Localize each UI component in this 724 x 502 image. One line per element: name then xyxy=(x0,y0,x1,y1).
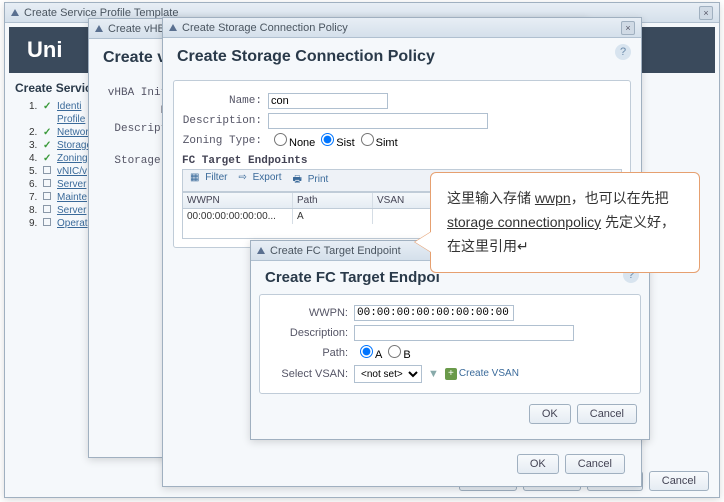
create-vsan-link[interactable]: +Create VSAN xyxy=(445,368,519,380)
zoning-none[interactable]: None xyxy=(268,133,315,149)
filter-button[interactable]: ▦ Filter xyxy=(187,172,233,189)
w3-titlebar: Create Storage Connection Policy × xyxy=(163,18,641,38)
zoning-sist[interactable]: Sist xyxy=(315,133,354,149)
annotation-callout: 这里输入存储 wwpn，也可以在先把 storage connectionpol… xyxy=(430,172,700,273)
w3-header: Create Storage Connection Policy xyxy=(163,38,641,76)
w3-title: Create Storage Connection Policy xyxy=(182,22,621,34)
wwpn-input[interactable] xyxy=(354,305,514,321)
col-vsan: VSAN xyxy=(373,193,433,208)
vsan-select[interactable]: <not set> xyxy=(354,365,422,383)
ok-button[interactable]: OK xyxy=(529,404,571,424)
print-button[interactable]: 🖶 Print xyxy=(290,172,335,189)
desc-input[interactable] xyxy=(268,113,488,129)
ok-button[interactable]: OK xyxy=(517,454,559,474)
col-wwpn: WWPN xyxy=(183,193,293,208)
cancel-button[interactable]: Cancel xyxy=(565,454,625,474)
path-label: Path: xyxy=(268,347,348,359)
col-path: Path xyxy=(293,193,373,208)
help-icon[interactable]: ? xyxy=(615,44,631,60)
app-icon xyxy=(11,9,19,16)
app-icon xyxy=(169,24,177,31)
cancel-button[interactable]: Cancel xyxy=(577,404,637,424)
fc-endpoints-header: FC Target Endpoints xyxy=(182,155,622,167)
desc-input[interactable] xyxy=(354,325,574,341)
cancel-button[interactable]: Cancel xyxy=(649,471,709,491)
desc-label: Description: xyxy=(268,327,348,339)
close-icon[interactable]: × xyxy=(621,21,635,35)
path-b[interactable]: B xyxy=(382,345,410,361)
wwpn-label: WWPN: xyxy=(268,307,348,319)
zoning-label: Zoning Type: xyxy=(182,135,262,147)
path-a[interactable]: A xyxy=(354,345,382,361)
vsan-label: Select VSAN: xyxy=(268,368,348,380)
w3-buttons: OK Cancel xyxy=(505,448,637,480)
close-icon[interactable]: × xyxy=(699,6,713,20)
w4-buttons: OK Cancel xyxy=(251,398,649,430)
name-label: Name: xyxy=(182,95,262,107)
zoning-simt[interactable]: Simt xyxy=(355,133,398,149)
export-button[interactable]: ⇨ Export xyxy=(235,172,287,189)
plus-icon: + xyxy=(445,368,457,380)
fc-endpoint-form: WWPN: Description: Path: A B Select VSAN… xyxy=(259,294,641,394)
app-icon xyxy=(257,247,265,254)
name-input[interactable] xyxy=(268,93,388,109)
app-icon xyxy=(95,25,103,32)
desc-label: Description: xyxy=(182,115,262,127)
